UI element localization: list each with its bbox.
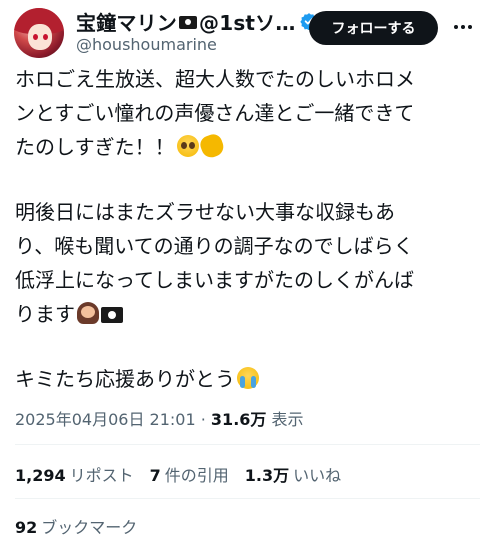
quotes-label: 件の引用 — [164, 466, 229, 485]
tweet-line: 明後日にはまたズラせない大事な収録もあ — [15, 200, 395, 224]
crying-face-icon — [237, 367, 259, 389]
tweet-line-with-emoji: キミたち応援ありがとう — [15, 362, 475, 396]
author-name-row[interactable]: 宝鐘マリン @1stソ… — [76, 7, 318, 36]
author-display-name[interactable]: 宝鐘マリン — [76, 7, 177, 36]
bookmarks-label: ブックマーク — [41, 518, 138, 537]
tweet-line-text: キミたち応援ありがとう — [15, 367, 235, 391]
quotes-count: 7 — [149, 466, 161, 485]
pirate-flag-icon — [101, 307, 123, 323]
author-display-name-suffix[interactable]: @1stソ… — [199, 7, 296, 36]
follow-button[interactable]: フォローする — [309, 11, 438, 45]
more-icon[interactable] — [452, 16, 474, 38]
engagement-stats: 1,294 リポスト 7 件の引用 1.3万 いいね — [15, 462, 341, 486]
tweet-line-with-emoji: ります — [15, 297, 475, 331]
tweet-line: 低浮上になってしまいますがたのしくがんば — [15, 268, 414, 292]
meta-separator: · — [200, 410, 206, 429]
person-bowing-icon — [77, 302, 99, 324]
tweet-datetime[interactable]: 2025年04月06日 21:01 — [15, 410, 196, 429]
views-label: 表示 — [271, 410, 304, 429]
bookmarks-count: 92 — [15, 518, 38, 537]
tweet-line: ホロごえ生放送、超大人数でたのしいホロメ — [15, 67, 415, 91]
tweet-line: り、喉も聞いての通りの調子なのでしばらく — [15, 234, 414, 258]
tweet-line-with-emoji: たのしすぎた！！ — [15, 130, 475, 164]
likes-stat[interactable]: 1.3万 いいね — [245, 462, 341, 486]
clapping-hands-icon — [197, 131, 226, 161]
tweet-line: ンとすごい憧れの声優さん達とご一緒できて — [15, 101, 415, 125]
tweet-line-text: ります — [15, 302, 75, 326]
likes-label: いいね — [293, 466, 342, 485]
reposts-stat[interactable]: 1,294 リポスト — [15, 462, 134, 486]
tweet-meta: 2025年04月06日 21:01 · 31.6万 表示 — [15, 406, 304, 430]
divider — [15, 444, 480, 445]
pirate-flag-icon — [179, 15, 197, 29]
tweet-header: 宝鐘マリン @1stソ… @houshoumarine フォローする — [0, 0, 480, 62]
bookmarks-stat[interactable]: 92 ブックマーク — [15, 514, 137, 538]
pleading-face-icon — [176, 135, 199, 157]
views-count: 31.6万 — [210, 410, 267, 429]
author-handle[interactable]: @houshoumarine — [76, 35, 217, 54]
quotes-stat[interactable]: 7 件の引用 — [150, 462, 229, 486]
avatar[interactable] — [14, 8, 64, 58]
likes-count: 1.3万 — [244, 466, 290, 485]
divider — [15, 498, 480, 499]
tweet-line-text: たのしすぎた！！ — [15, 135, 175, 159]
reposts-count: 1,294 — [15, 466, 66, 485]
tweet-text: ホロごえ生放送、超大人数でたのしいホロメ ンとすごい憧れの声優さん達とご一緒でき… — [15, 62, 475, 396]
reposts-label: リポスト — [69, 466, 134, 485]
